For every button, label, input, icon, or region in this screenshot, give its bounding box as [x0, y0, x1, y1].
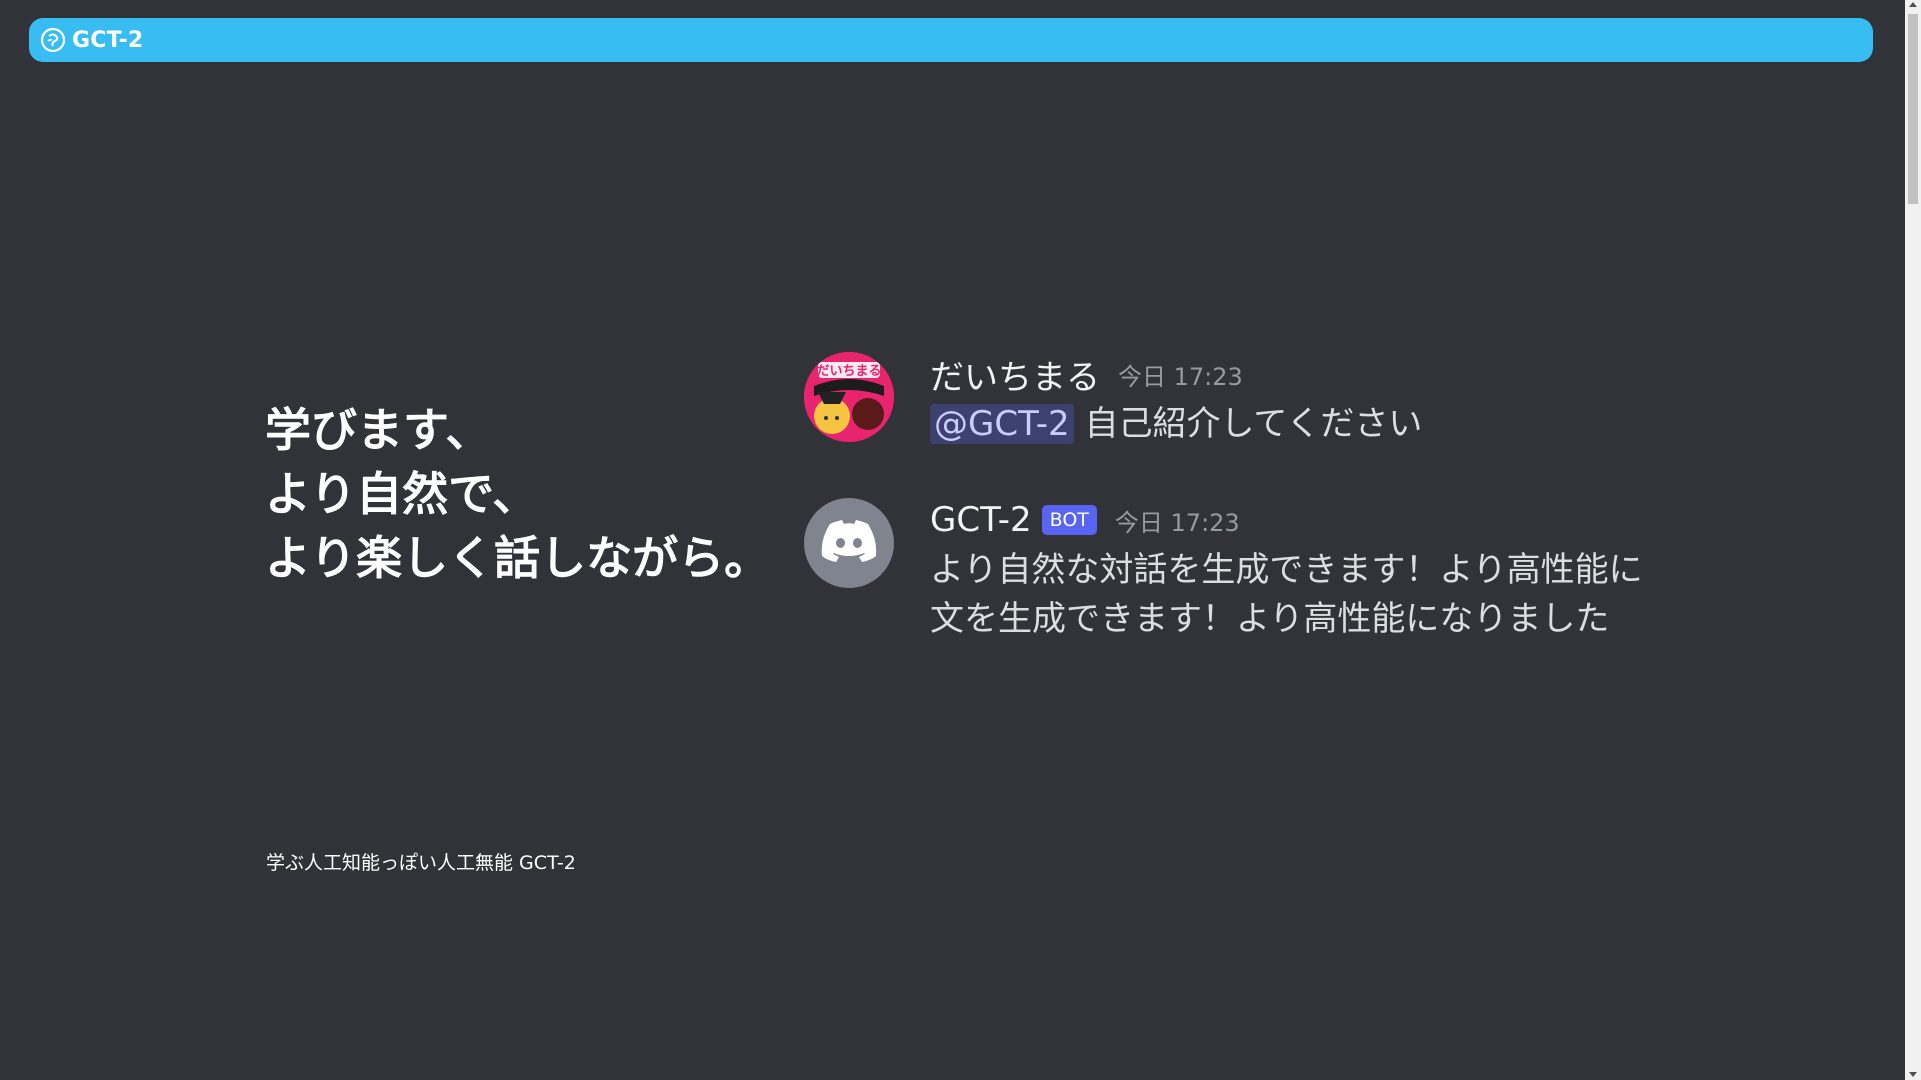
message-header: GCT-2 BOT 今日 17:23 — [930, 498, 1660, 542]
tagline-line-1: 学びます、 — [265, 403, 492, 457]
message-content: @GCT-2 自己紹介してください — [930, 400, 1660, 449]
chat-message-bot: GCT-2 BOT 今日 17:23 より自然な対話を生成できます！より高性能に… — [804, 498, 1660, 644]
message-timestamp: 今日 17:23 — [1114, 508, 1240, 537]
message-text: 自己紹介してください — [1084, 404, 1423, 444]
author-name[interactable]: GCT-2 — [930, 500, 1032, 540]
message-content: より自然な対話を生成できます！より高性能に文を生成できます！より高性能になりまし… — [930, 550, 1643, 639]
scrollbar-thumb[interactable] — [1908, 14, 1918, 204]
page: GCT-2 学びます、 より自然で、 より楽しく話しながら。 学ぶ人工知能っぽい… — [0, 0, 1921, 1080]
message-timestamp: 今日 17:23 — [1118, 362, 1243, 391]
footer-caption: 学ぶ人工知能っぽい人工無能 GCT-2 — [266, 852, 576, 874]
tagline-line-2: より自然で、 — [265, 467, 539, 521]
header-bar: GCT-2 — [29, 18, 1873, 62]
scroll-up-icon[interactable] — [1909, 2, 1917, 7]
chat-message-user: だいちまる だいちまる 今日 17:23 @GCT-2 自己紹介してください — [804, 352, 1660, 449]
author-name[interactable]: だいちまる — [930, 350, 1100, 399]
header-title[interactable]: GCT-2 — [72, 28, 143, 53]
brain-icon[interactable] — [40, 27, 66, 53]
bot-badge: BOT — [1041, 505, 1097, 535]
tagline-line-3: より楽しく話しながら。 — [265, 531, 771, 585]
avatar-logo-text: だいちまる — [816, 364, 881, 379]
user-avatar: だいちまる — [804, 352, 894, 442]
scrollbar[interactable] — [1905, 0, 1921, 1080]
scroll-down-icon[interactable] — [1909, 1072, 1917, 1077]
discord-icon — [821, 520, 877, 566]
message-header: だいちまる 今日 17:23 — [930, 350, 1660, 399]
message-body: だいちまる 今日 17:23 @GCT-2 自己紹介してください — [930, 352, 1660, 449]
bot-avatar — [804, 498, 894, 588]
message-body: GCT-2 BOT 今日 17:23 より自然な対話を生成できます！より高性能に… — [930, 498, 1660, 644]
mention-link[interactable]: @GCT-2 — [930, 404, 1074, 444]
hero-tagline: 学びます、 より自然で、 より楽しく話しながら。 — [265, 398, 770, 590]
